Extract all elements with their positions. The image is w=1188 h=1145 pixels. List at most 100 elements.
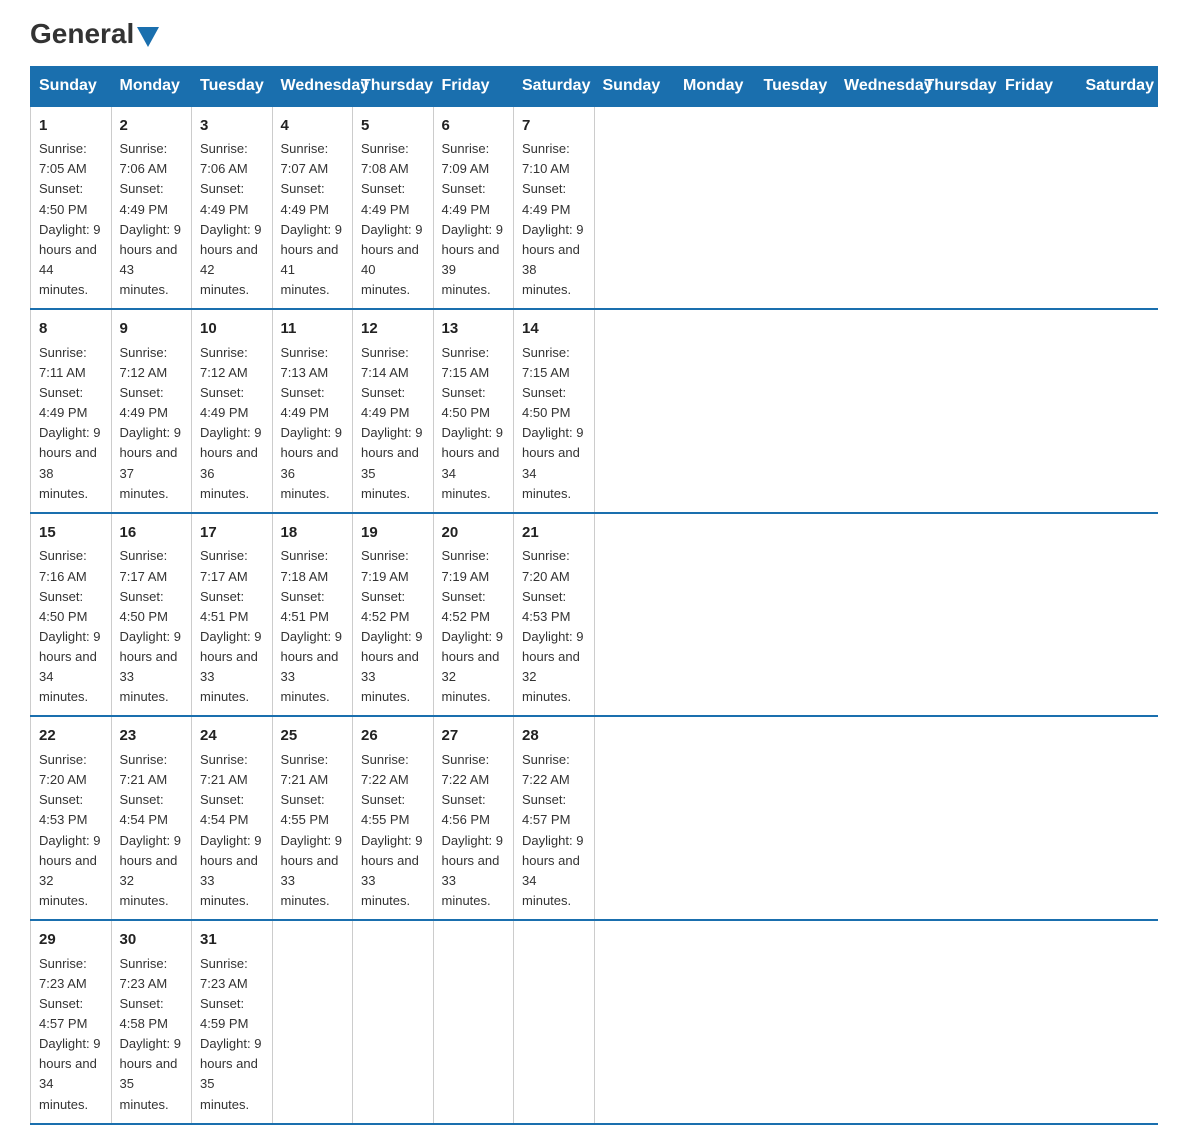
day-of-week-header: Friday: [433, 66, 514, 106]
day-of-week-header: Tuesday: [192, 66, 273, 106]
day-info: Sunrise: 7:21 AMSunset: 4:54 PMDaylight:…: [120, 750, 184, 911]
day-number: 22: [39, 725, 103, 748]
day-number: 26: [361, 725, 425, 748]
day-number: 7: [522, 115, 586, 138]
day-info: Sunrise: 7:21 AMSunset: 4:55 PMDaylight:…: [281, 750, 345, 911]
day-info: Sunrise: 7:20 AMSunset: 4:53 PMDaylight:…: [522, 546, 586, 707]
calendar-day-cell: [514, 920, 595, 1124]
calendar-day-cell: 10Sunrise: 7:12 AMSunset: 4:49 PMDayligh…: [192, 309, 273, 513]
day-info: Sunrise: 7:11 AMSunset: 4:49 PMDaylight:…: [39, 343, 103, 504]
day-info: Sunrise: 7:08 AMSunset: 4:49 PMDaylight:…: [361, 139, 425, 300]
calendar-day-cell: 7Sunrise: 7:10 AMSunset: 4:49 PMDaylight…: [514, 106, 595, 310]
day-number: 2: [120, 115, 184, 138]
day-of-week-header: Friday: [997, 66, 1078, 106]
day-info: Sunrise: 7:19 AMSunset: 4:52 PMDaylight:…: [442, 546, 506, 707]
day-of-week-header: Thursday: [916, 66, 997, 106]
day-info: Sunrise: 7:07 AMSunset: 4:49 PMDaylight:…: [281, 139, 345, 300]
day-of-week-header: Thursday: [353, 66, 434, 106]
day-number: 15: [39, 522, 103, 545]
calendar-day-cell: 5Sunrise: 7:08 AMSunset: 4:49 PMDaylight…: [353, 106, 434, 310]
day-number: 11: [281, 318, 345, 341]
calendar-day-cell: 8Sunrise: 7:11 AMSunset: 4:49 PMDaylight…: [31, 309, 112, 513]
calendar-day-cell: 14Sunrise: 7:15 AMSunset: 4:50 PMDayligh…: [514, 309, 595, 513]
day-number: 21: [522, 522, 586, 545]
calendar-week-row: 1Sunrise: 7:05 AMSunset: 4:50 PMDaylight…: [31, 106, 1158, 310]
day-info: Sunrise: 7:20 AMSunset: 4:53 PMDaylight:…: [39, 750, 103, 911]
day-info: Sunrise: 7:05 AMSunset: 4:50 PMDaylight:…: [39, 139, 103, 300]
day-info: Sunrise: 7:23 AMSunset: 4:57 PMDaylight:…: [39, 954, 103, 1115]
day-number: 20: [442, 522, 506, 545]
day-info: Sunrise: 7:12 AMSunset: 4:49 PMDaylight:…: [120, 343, 184, 504]
calendar-day-cell: 3Sunrise: 7:06 AMSunset: 4:49 PMDaylight…: [192, 106, 273, 310]
calendar-day-cell: 21Sunrise: 7:20 AMSunset: 4:53 PMDayligh…: [514, 513, 595, 717]
day-of-week-header: Sunday: [594, 66, 675, 106]
calendar-day-cell: 25Sunrise: 7:21 AMSunset: 4:55 PMDayligh…: [272, 716, 353, 920]
calendar-day-cell: 26Sunrise: 7:22 AMSunset: 4:55 PMDayligh…: [353, 716, 434, 920]
day-number: 24: [200, 725, 264, 748]
calendar-day-cell: 16Sunrise: 7:17 AMSunset: 4:50 PMDayligh…: [111, 513, 192, 717]
day-number: 13: [442, 318, 506, 341]
day-number: 17: [200, 522, 264, 545]
day-number: 14: [522, 318, 586, 341]
day-number: 23: [120, 725, 184, 748]
day-info: Sunrise: 7:23 AMSunset: 4:59 PMDaylight:…: [200, 954, 264, 1115]
day-of-week-header: Saturday: [1077, 66, 1158, 106]
calendar-week-row: 22Sunrise: 7:20 AMSunset: 4:53 PMDayligh…: [31, 716, 1158, 920]
day-number: 3: [200, 115, 264, 138]
calendar-day-cell: 28Sunrise: 7:22 AMSunset: 4:57 PMDayligh…: [514, 716, 595, 920]
day-number: 31: [200, 929, 264, 952]
logo: General: [30, 20, 159, 48]
day-info: Sunrise: 7:10 AMSunset: 4:49 PMDaylight:…: [522, 139, 586, 300]
calendar-day-cell: [353, 920, 434, 1124]
calendar-header-row: SundayMondayTuesdayWednesdayThursdayFrid…: [31, 66, 1158, 106]
day-of-week-header: Saturday: [514, 66, 595, 106]
day-number: 5: [361, 115, 425, 138]
calendar-day-cell: 19Sunrise: 7:19 AMSunset: 4:52 PMDayligh…: [353, 513, 434, 717]
calendar-week-row: 15Sunrise: 7:16 AMSunset: 4:50 PMDayligh…: [31, 513, 1158, 717]
calendar-day-cell: 18Sunrise: 7:18 AMSunset: 4:51 PMDayligh…: [272, 513, 353, 717]
day-number: 6: [442, 115, 506, 138]
day-number: 16: [120, 522, 184, 545]
day-number: 8: [39, 318, 103, 341]
calendar-day-cell: 15Sunrise: 7:16 AMSunset: 4:50 PMDayligh…: [31, 513, 112, 717]
day-info: Sunrise: 7:21 AMSunset: 4:54 PMDaylight:…: [200, 750, 264, 911]
calendar-day-cell: 31Sunrise: 7:23 AMSunset: 4:59 PMDayligh…: [192, 920, 273, 1124]
day-info: Sunrise: 7:14 AMSunset: 4:49 PMDaylight:…: [361, 343, 425, 504]
calendar-day-cell: 17Sunrise: 7:17 AMSunset: 4:51 PMDayligh…: [192, 513, 273, 717]
calendar-day-cell: 12Sunrise: 7:14 AMSunset: 4:49 PMDayligh…: [353, 309, 434, 513]
calendar-day-cell: 20Sunrise: 7:19 AMSunset: 4:52 PMDayligh…: [433, 513, 514, 717]
day-info: Sunrise: 7:06 AMSunset: 4:49 PMDaylight:…: [200, 139, 264, 300]
day-number: 18: [281, 522, 345, 545]
calendar-table: SundayMondayTuesdayWednesdayThursdayFrid…: [30, 66, 1158, 1125]
day-of-week-header: Sunday: [31, 66, 112, 106]
day-of-week-header: Tuesday: [755, 66, 836, 106]
day-number: 4: [281, 115, 345, 138]
day-info: Sunrise: 7:19 AMSunset: 4:52 PMDaylight:…: [361, 546, 425, 707]
calendar-day-cell: 1Sunrise: 7:05 AMSunset: 4:50 PMDaylight…: [31, 106, 112, 310]
day-number: 25: [281, 725, 345, 748]
day-number: 28: [522, 725, 586, 748]
day-number: 1: [39, 115, 103, 138]
calendar-day-cell: 27Sunrise: 7:22 AMSunset: 4:56 PMDayligh…: [433, 716, 514, 920]
calendar-day-cell: 23Sunrise: 7:21 AMSunset: 4:54 PMDayligh…: [111, 716, 192, 920]
day-info: Sunrise: 7:06 AMSunset: 4:49 PMDaylight:…: [120, 139, 184, 300]
calendar-week-row: 29Sunrise: 7:23 AMSunset: 4:57 PMDayligh…: [31, 920, 1158, 1124]
calendar-day-cell: 22Sunrise: 7:20 AMSunset: 4:53 PMDayligh…: [31, 716, 112, 920]
calendar-week-row: 8Sunrise: 7:11 AMSunset: 4:49 PMDaylight…: [31, 309, 1158, 513]
day-number: 19: [361, 522, 425, 545]
calendar-day-cell: [433, 920, 514, 1124]
calendar-day-cell: 11Sunrise: 7:13 AMSunset: 4:49 PMDayligh…: [272, 309, 353, 513]
day-info: Sunrise: 7:17 AMSunset: 4:50 PMDaylight:…: [120, 546, 184, 707]
day-number: 10: [200, 318, 264, 341]
day-info: Sunrise: 7:22 AMSunset: 4:56 PMDaylight:…: [442, 750, 506, 911]
calendar-day-cell: 24Sunrise: 7:21 AMSunset: 4:54 PMDayligh…: [192, 716, 273, 920]
day-number: 30: [120, 929, 184, 952]
calendar-day-cell: 9Sunrise: 7:12 AMSunset: 4:49 PMDaylight…: [111, 309, 192, 513]
day-info: Sunrise: 7:17 AMSunset: 4:51 PMDaylight:…: [200, 546, 264, 707]
calendar-day-cell: 4Sunrise: 7:07 AMSunset: 4:49 PMDaylight…: [272, 106, 353, 310]
calendar-day-cell: 29Sunrise: 7:23 AMSunset: 4:57 PMDayligh…: [31, 920, 112, 1124]
calendar-day-cell: 6Sunrise: 7:09 AMSunset: 4:49 PMDaylight…: [433, 106, 514, 310]
day-info: Sunrise: 7:15 AMSunset: 4:50 PMDaylight:…: [442, 343, 506, 504]
day-of-week-header: Monday: [111, 66, 192, 106]
day-of-week-header: Wednesday: [836, 66, 917, 106]
